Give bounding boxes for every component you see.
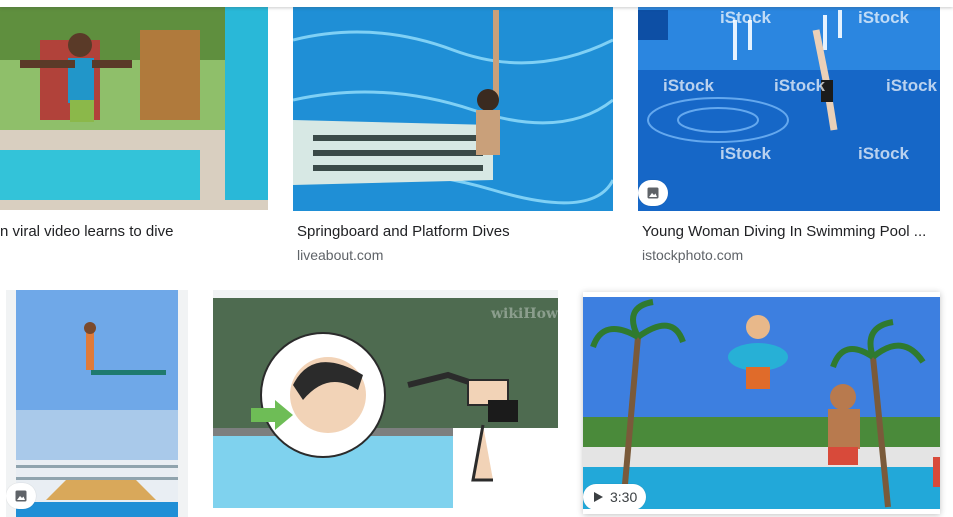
watermark: iStock bbox=[858, 144, 910, 163]
woman-diving-image bbox=[638, 0, 940, 211]
watermark: iStock bbox=[663, 76, 715, 95]
result-card-3[interactable]: iStock iStock iStock iStock iStock iStoc… bbox=[638, 0, 940, 268]
result-thumbnail[interactable]: wikiHow bbox=[213, 290, 558, 508]
result-source[interactable]: liveabout.com bbox=[297, 246, 383, 264]
video-duration: 3:30 bbox=[610, 489, 638, 505]
image-icon bbox=[647, 187, 659, 199]
result-card-6[interactable]: 3:30 bbox=[583, 292, 940, 514]
result-card-4[interactable] bbox=[6, 290, 188, 517]
image-icon bbox=[15, 490, 27, 502]
image-badge bbox=[6, 483, 36, 509]
top-bar bbox=[0, 0, 953, 7]
image-badge bbox=[638, 180, 668, 206]
video-duration-badge: 3:30 bbox=[583, 484, 647, 509]
result-title[interactable]: n viral video learns to dive bbox=[0, 222, 268, 242]
result-title[interactable]: Springboard and Platform Dives bbox=[297, 222, 613, 242]
watermark: iStock bbox=[720, 144, 772, 163]
result-thumbnail[interactable] bbox=[6, 290, 188, 517]
boy-jumping-into-pool-image bbox=[0, 0, 268, 210]
diving-instruction-illustration bbox=[213, 290, 558, 508]
result-card-5[interactable]: wikiHow bbox=[213, 290, 558, 517]
result-thumbnail[interactable]: iStock iStock iStock iStock iStock iStoc… bbox=[638, 0, 940, 211]
play-icon bbox=[594, 492, 603, 502]
result-thumbnail[interactable] bbox=[293, 0, 613, 211]
result-thumbnail[interactable]: 3:30 bbox=[583, 297, 940, 509]
watermark: iStock bbox=[858, 8, 910, 27]
watermark: iStock bbox=[720, 8, 772, 27]
result-card-2[interactable]: Springboard and Platform Dives liveabout… bbox=[293, 0, 613, 268]
result-thumbnail[interactable] bbox=[0, 0, 268, 210]
platform-diver-image bbox=[6, 290, 188, 517]
result-source[interactable]: istockphoto.com bbox=[642, 246, 743, 264]
springboard-diver-image bbox=[293, 0, 613, 211]
result-title[interactable]: Young Woman Diving In Swimming Pool ... bbox=[642, 222, 938, 242]
watermark: wikiHow bbox=[490, 306, 558, 322]
result-card-1[interactable]: n viral video learns to dive bbox=[0, 0, 270, 260]
watermark: iStock bbox=[774, 76, 826, 95]
watermark: iStock bbox=[886, 76, 938, 95]
pool-jump-video-thumbnail bbox=[583, 297, 940, 509]
